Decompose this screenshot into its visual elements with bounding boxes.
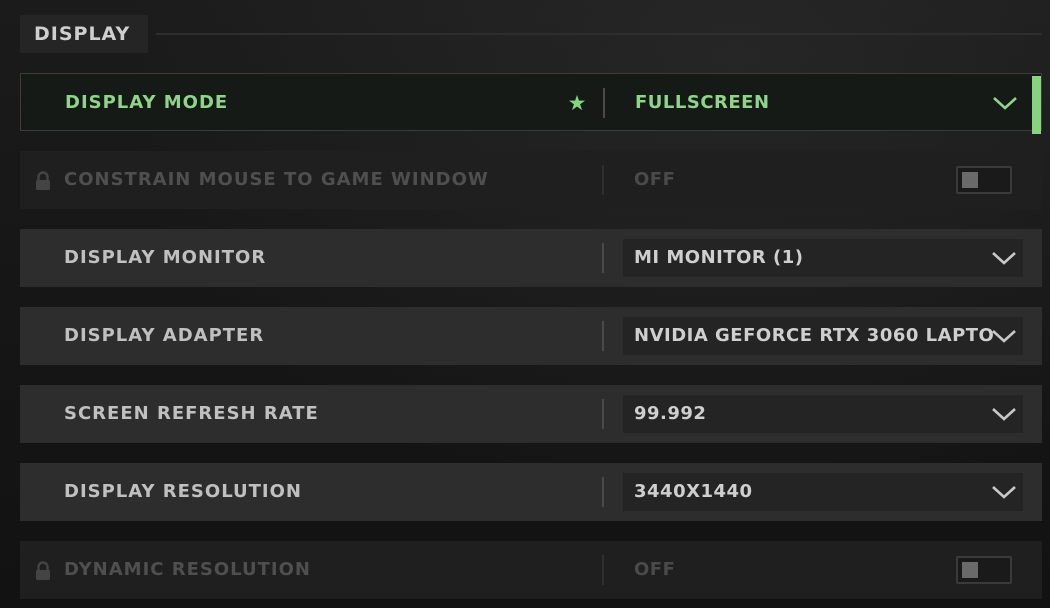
toggle-knob [962, 562, 978, 578]
setting-row-screen-refresh-rate[interactable]: SCREEN REFRESH RATE 99.992 [20, 385, 1042, 443]
section-title: DISPLAY [20, 15, 149, 53]
dynamic-resolution-toggle[interactable] [956, 556, 1012, 584]
divider [602, 477, 604, 507]
section-header: DISPLAY [20, 15, 1042, 53]
star-icon[interactable]: ★ [567, 88, 587, 118]
display-monitor-dropdown[interactable]: MI MONITOR (1) [623, 239, 1023, 277]
toggle-value: OFF [634, 559, 676, 580]
setting-row-display-mode[interactable]: DISPLAY MODE ★ FULLSCREEN [20, 73, 1042, 134]
chevron-down-icon [992, 252, 1016, 265]
divider [602, 555, 604, 585]
chevron-down-icon [993, 97, 1017, 110]
chevron-down-icon [992, 408, 1016, 421]
divider [603, 88, 605, 118]
setting-label: SCREEN REFRESH RATE [64, 403, 319, 424]
display-mode-dropdown[interactable]: FULLSCREEN [624, 84, 1024, 122]
setting-row-constrain-mouse: CONSTRAIN MOUSE TO GAME WINDOW OFF [20, 151, 1042, 209]
dropdown-value: NVIDIA GEFORCE RTX 3060 LAPTOP GP [634, 325, 994, 346]
setting-row-display-adapter[interactable]: DISPLAY ADAPTER NVIDIA GEFORCE RTX 3060 … [20, 307, 1042, 365]
toggle-knob [962, 172, 978, 188]
setting-label: DYNAMIC RESOLUTION [64, 559, 311, 580]
divider [602, 243, 604, 273]
setting-label: DISPLAY ADAPTER [64, 325, 265, 346]
setting-label: DISPLAY RESOLUTION [64, 481, 302, 502]
constrain-mouse-toggle[interactable] [956, 166, 1012, 194]
toggle-value: OFF [634, 169, 676, 190]
dropdown-value: 3440X1440 [634, 481, 753, 502]
display-adapter-dropdown[interactable]: NVIDIA GEFORCE RTX 3060 LAPTOP GP [623, 317, 1023, 355]
chevron-down-icon [992, 486, 1016, 499]
section-divider-line [156, 33, 1042, 35]
chevron-down-icon [992, 330, 1016, 343]
dropdown-value: FULLSCREEN [635, 92, 770, 113]
setting-row-dynamic-resolution: DYNAMIC RESOLUTION OFF [20, 541, 1042, 599]
selection-accent-bar [1032, 76, 1041, 134]
screen-refresh-rate-dropdown[interactable]: 99.992 [623, 395, 1023, 433]
setting-row-display-resolution[interactable]: DISPLAY RESOLUTION 3440X1440 [20, 463, 1042, 521]
setting-label: DISPLAY MODE [65, 92, 229, 113]
setting-label: DISPLAY MONITOR [64, 247, 267, 268]
setting-label: CONSTRAIN MOUSE TO GAME WINDOW [64, 169, 489, 190]
divider [602, 321, 604, 351]
dropdown-value: MI MONITOR (1) [634, 247, 804, 268]
dropdown-value: 99.992 [634, 403, 707, 424]
setting-row-display-monitor[interactable]: DISPLAY MONITOR MI MONITOR (1) [20, 229, 1042, 287]
lock-icon [36, 561, 50, 580]
divider [602, 165, 604, 195]
divider [602, 399, 604, 429]
display-resolution-dropdown[interactable]: 3440X1440 [623, 473, 1023, 511]
lock-icon [36, 171, 50, 190]
